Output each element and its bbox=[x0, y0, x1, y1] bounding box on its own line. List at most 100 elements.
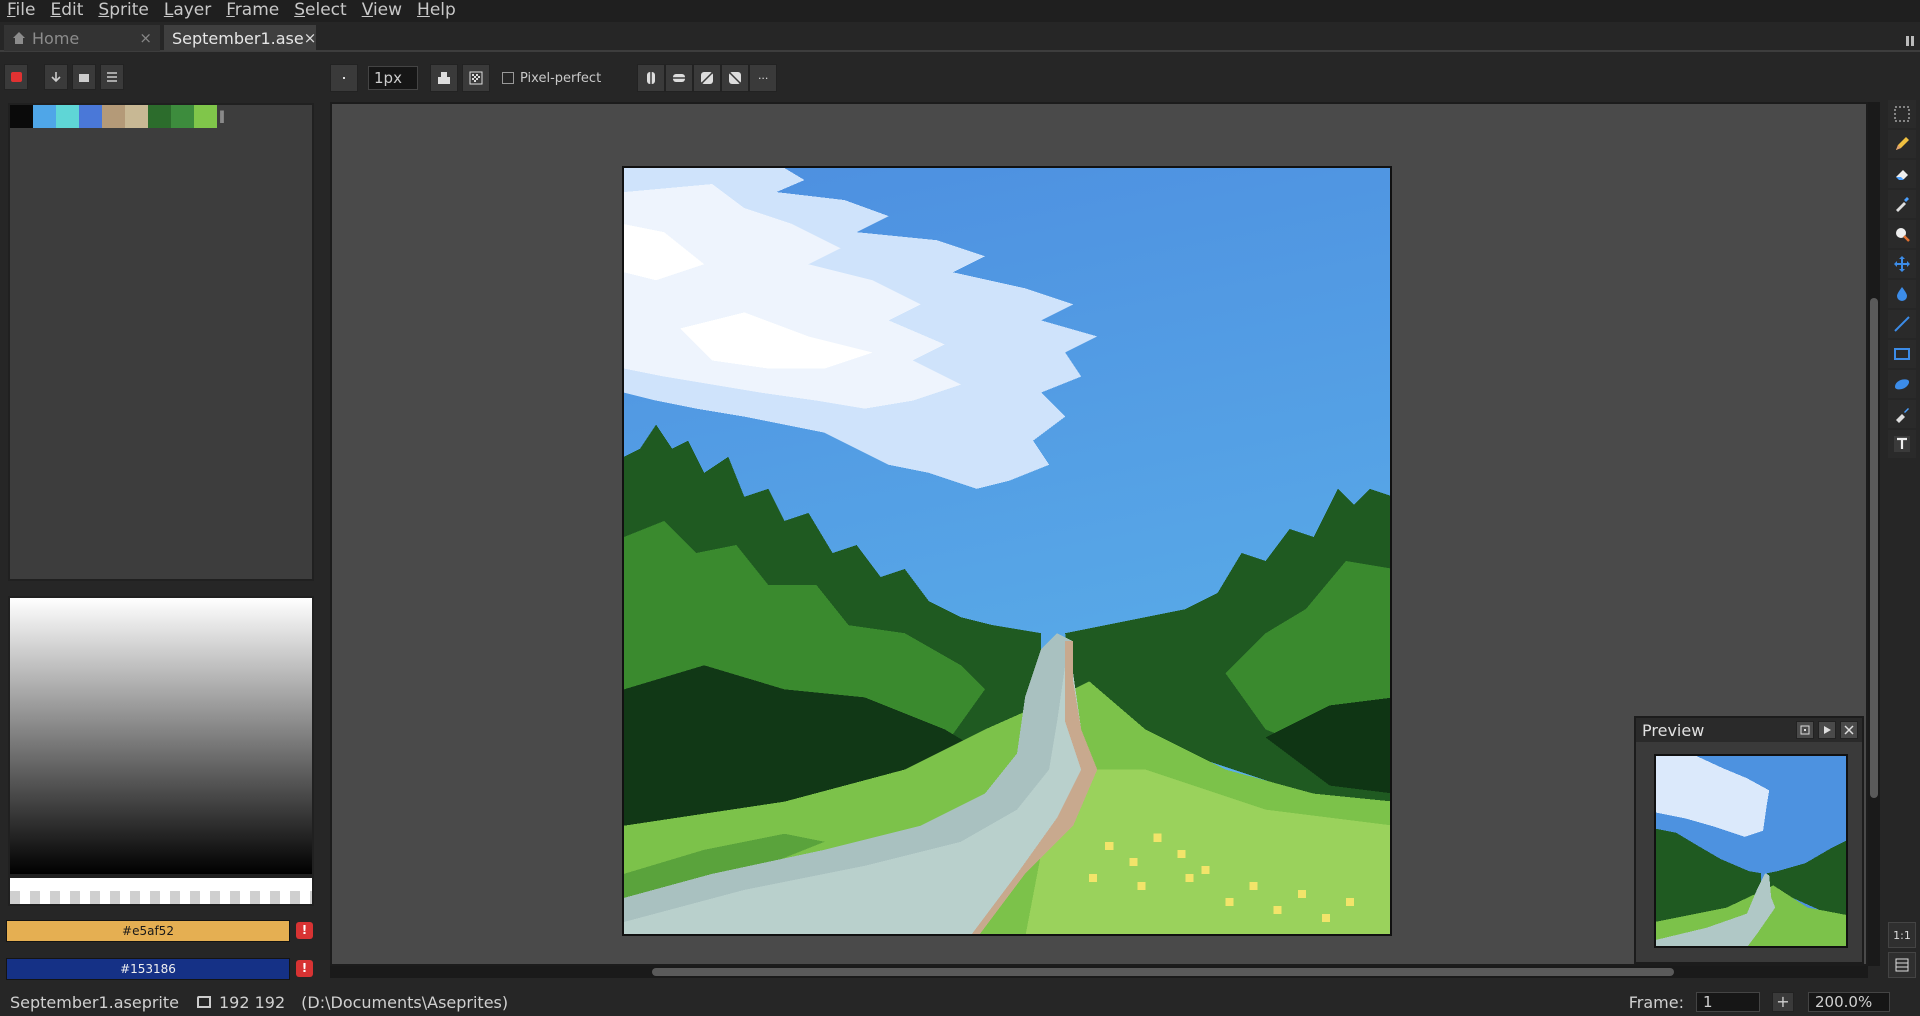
palette-resize-handle[interactable]: ‖ bbox=[217, 105, 227, 128]
palette-swatches: ‖ bbox=[10, 105, 312, 128]
home-icon bbox=[12, 32, 26, 44]
paint-bucket-icon[interactable] bbox=[1888, 280, 1916, 308]
symmetry-group: ··· bbox=[637, 64, 778, 92]
brush-dot-icon bbox=[343, 77, 345, 79]
preview-play-button[interactable] bbox=[1818, 721, 1836, 739]
text-icon[interactable] bbox=[1888, 430, 1916, 458]
symmetry-vertical-button[interactable] bbox=[637, 64, 666, 92]
palette-presets-button[interactable] bbox=[72, 64, 96, 90]
palette-swatch[interactable] bbox=[10, 105, 33, 128]
sprite-canvas[interactable] bbox=[622, 166, 1392, 936]
vertical-scrollbar[interactable] bbox=[1868, 102, 1880, 966]
foreground-color-button[interactable]: #e5af52 bbox=[6, 920, 290, 942]
status-sprite-size: 192 192 bbox=[218, 992, 286, 1012]
status-bar: September1.aseprite 192 192 (D:\Document… bbox=[0, 988, 1920, 1016]
symmetry-anti-diagonal-button[interactable] bbox=[721, 64, 750, 92]
zoom-1-1-button[interactable]: 1:1 bbox=[1888, 922, 1916, 948]
alpha-slider[interactable] bbox=[8, 876, 314, 906]
vertical-scroll-thumb[interactable] bbox=[1870, 298, 1878, 798]
arrow-down-icon bbox=[51, 72, 61, 83]
symmetry-anti-diagonal-icon bbox=[727, 70, 743, 86]
close-icon[interactable]: × bbox=[139, 29, 152, 47]
brush-type-button[interactable] bbox=[330, 64, 358, 92]
symmetry-options-button[interactable]: ··· bbox=[749, 64, 778, 92]
palette-swatch[interactable] bbox=[125, 105, 148, 128]
menu-frame[interactable]: Frame bbox=[219, 0, 287, 22]
play-icon bbox=[1824, 726, 1831, 734]
preview-image bbox=[1654, 754, 1848, 948]
palette-swatch[interactable] bbox=[56, 105, 79, 128]
preview-close-button[interactable] bbox=[1840, 721, 1858, 739]
palette-swatch[interactable] bbox=[148, 105, 171, 128]
color-spectrum[interactable] bbox=[8, 596, 314, 876]
frame-label: Frame: bbox=[1628, 992, 1684, 1012]
eyedropper-icon[interactable] bbox=[1888, 190, 1916, 218]
status-right: Frame: 1 + 200.0% bbox=[1629, 988, 1920, 1016]
new-frame-button[interactable]: + bbox=[1772, 992, 1794, 1012]
palette-options-button[interactable] bbox=[100, 64, 124, 90]
palette-lock-button[interactable] bbox=[4, 64, 28, 90]
pencil-icon[interactable] bbox=[1888, 130, 1916, 158]
menu-edit[interactable]: Edit bbox=[43, 0, 91, 22]
ink-type-button[interactable] bbox=[430, 64, 458, 92]
menu-view[interactable]: View bbox=[355, 0, 410, 22]
palette-toolbar bbox=[4, 64, 124, 90]
line-icon[interactable] bbox=[1888, 310, 1916, 338]
close-icon bbox=[1844, 725, 1854, 735]
color-warning-icon[interactable]: ! bbox=[296, 922, 313, 939]
menu-file[interactable]: File bbox=[0, 0, 43, 22]
tab-bar: Home × September1.ase × bbox=[0, 22, 1920, 52]
background-color-button[interactable]: #153186 bbox=[6, 958, 290, 980]
menu-sprite[interactable]: Sprite bbox=[91, 0, 156, 22]
center-icon bbox=[1800, 725, 1810, 735]
tab-file-label: September1.ase bbox=[172, 28, 304, 48]
pixel-perfect-checkbox[interactable] bbox=[502, 72, 514, 84]
symmetry-vertical-icon bbox=[647, 70, 656, 86]
palette-swatch[interactable] bbox=[171, 105, 194, 128]
horizontal-scroll-thumb[interactable] bbox=[652, 968, 1674, 976]
palette-sort-button[interactable] bbox=[44, 64, 68, 90]
symmetry-diagonal-icon bbox=[699, 70, 715, 86]
brush-size-field[interactable]: 1px bbox=[368, 66, 418, 90]
palette-swatch[interactable] bbox=[102, 105, 125, 128]
menu-icon bbox=[107, 72, 117, 82]
eraser-icon[interactable] bbox=[1888, 160, 1916, 188]
workspace-layout-icon[interactable] bbox=[1906, 36, 1914, 46]
preview-center-button[interactable] bbox=[1796, 721, 1814, 739]
lock-icon bbox=[10, 72, 22, 82]
ink-icon bbox=[438, 72, 450, 84]
menu-bar: File Edit Sprite Layer Frame Select View… bbox=[0, 0, 1920, 22]
palette-swatch[interactable] bbox=[194, 105, 217, 128]
preview-titlebar[interactable]: Preview bbox=[1636, 718, 1862, 742]
rectangle-icon[interactable] bbox=[1888, 340, 1916, 368]
preview-title: Preview bbox=[1642, 720, 1705, 740]
horizontal-scrollbar[interactable] bbox=[330, 966, 1868, 978]
menu-select[interactable]: Select bbox=[287, 0, 354, 22]
sprite-artwork bbox=[624, 168, 1390, 934]
close-icon[interactable]: × bbox=[304, 29, 317, 47]
blob-icon[interactable] bbox=[1888, 370, 1916, 398]
menu-layer[interactable]: Layer bbox=[157, 0, 219, 22]
palette-swatch[interactable] bbox=[33, 105, 56, 128]
spray-icon[interactable] bbox=[1888, 400, 1916, 428]
color-warning-icon[interactable]: ! bbox=[296, 960, 313, 977]
palette-swatch[interactable] bbox=[79, 105, 102, 128]
symmetry-diagonal-button[interactable] bbox=[693, 64, 722, 92]
tab-home[interactable]: Home × bbox=[4, 25, 160, 51]
folder-icon bbox=[79, 74, 89, 82]
palette-panel: ‖ bbox=[8, 103, 314, 581]
opacity-button[interactable] bbox=[462, 64, 490, 92]
move-icon[interactable] bbox=[1888, 250, 1916, 278]
status-path: (D:\Documents\Aseprites) bbox=[301, 992, 509, 1012]
timeline-toggle-button[interactable] bbox=[1888, 952, 1916, 978]
sprite-size-icon bbox=[196, 996, 211, 1008]
symmetry-horizontal-button[interactable] bbox=[665, 64, 694, 92]
frame-number-field[interactable]: 1 bbox=[1696, 992, 1760, 1012]
status-filename: September1.aseprite bbox=[10, 992, 179, 1012]
marquee-icon[interactable] bbox=[1888, 100, 1916, 128]
menu-help[interactable]: Help bbox=[410, 0, 464, 22]
preview-window: Preview bbox=[1634, 716, 1864, 964]
zoom-level-field[interactable]: 200.0% bbox=[1808, 992, 1890, 1012]
tab-september1[interactable]: September1.ase × bbox=[164, 25, 316, 51]
zoom-icon[interactable] bbox=[1888, 220, 1916, 248]
